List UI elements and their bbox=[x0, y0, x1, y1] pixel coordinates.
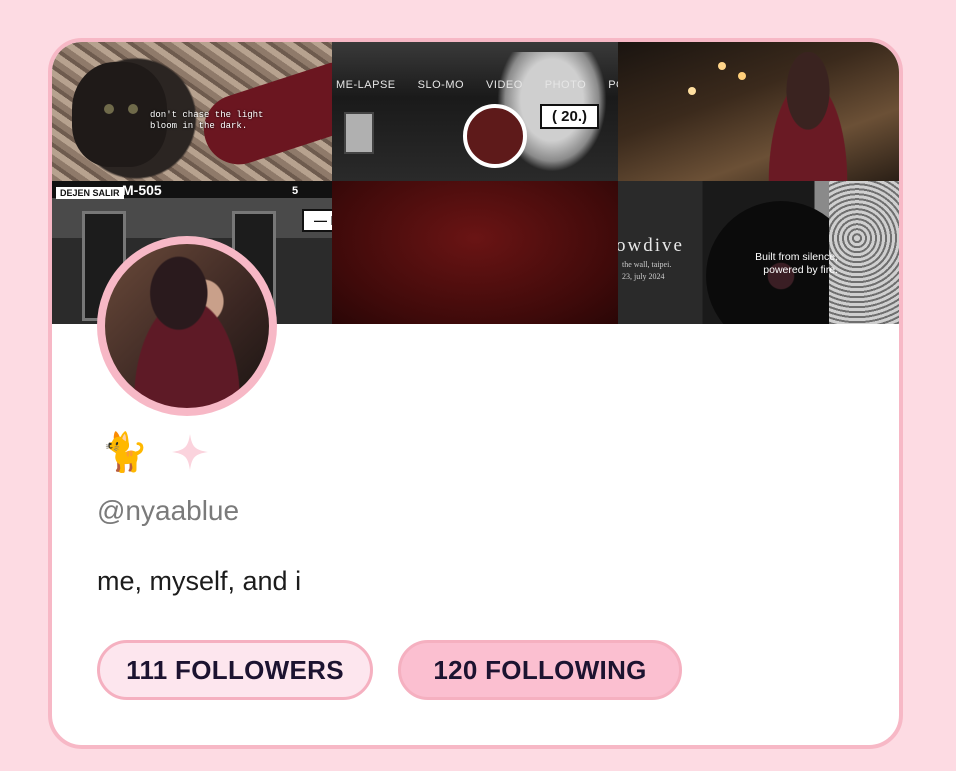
band-name: owdive bbox=[618, 235, 684, 256]
street-lights bbox=[718, 62, 726, 70]
band-subtitle-line1: the wall, taipei. bbox=[622, 260, 672, 269]
banner-tile-street bbox=[618, 42, 899, 181]
profile-bio: me, myself, and i bbox=[97, 566, 302, 596]
station-sign: DEJEN SALIR bbox=[56, 187, 124, 199]
vinyl-quote: Built from silence, powered by fire. bbox=[726, 251, 838, 277]
sparkle-icon bbox=[172, 434, 209, 470]
vinyl-quote-line2: powered by fire. bbox=[763, 264, 838, 276]
banner-tile-camera: ME-LAPSE SLO-MO VIDEO PHOTO PO ( 20.) bbox=[332, 42, 618, 181]
cat-caption-line2: bloom in the dark. bbox=[150, 121, 248, 131]
display-name: 🐈 bbox=[101, 432, 210, 472]
train-door-number: 5 bbox=[292, 185, 299, 197]
vinyl-quote-line1: Built from silence, bbox=[755, 251, 838, 263]
train-number: M-505 bbox=[122, 182, 162, 198]
cat-eye bbox=[128, 104, 138, 114]
followers-button[interactable]: 111 FOLLOWERS bbox=[97, 640, 373, 700]
cat-emoji-icon: 🐈 bbox=[101, 430, 149, 474]
banner-tile-vinyl: owdive the wall, taipei. 23, july 2024 B… bbox=[618, 181, 899, 324]
album-art-image bbox=[829, 181, 899, 324]
camera-mode-video: VIDEO bbox=[486, 79, 523, 91]
username-handle: @nyaablue bbox=[97, 495, 240, 526]
band-subtitle-line2: 23, july 2024 bbox=[622, 272, 665, 281]
person-image bbox=[758, 52, 858, 181]
band-subtitle: the wall, taipei. 23, july 2024 bbox=[622, 259, 671, 283]
camera-modes: ME-LAPSE SLO-MO VIDEO PHOTO PO bbox=[332, 79, 618, 91]
camera-mode-timelapse: ME-LAPSE bbox=[336, 79, 396, 91]
camera-label: ( 20.) bbox=[540, 104, 600, 129]
avatar[interactable] bbox=[97, 236, 277, 416]
shutter-button-icon bbox=[463, 104, 527, 168]
camera-mode-photo: PHOTO bbox=[544, 79, 587, 91]
profile-card: don't chase the light bloom in the dark.… bbox=[48, 38, 903, 749]
banner-tile-red-texture bbox=[332, 181, 618, 324]
banner-tile-cat-guitar: don't chase the light bloom in the dark. bbox=[52, 42, 332, 181]
cat-caption-line1: don't chase the light bbox=[150, 110, 264, 120]
camera-thumbnail bbox=[344, 112, 374, 154]
camera-mode-slomo: SLO-MO bbox=[417, 79, 465, 91]
camera-mode-portrait: PO bbox=[608, 79, 618, 91]
cat-caption: don't chase the light bloom in the dark. bbox=[150, 110, 263, 132]
cat-eye bbox=[104, 104, 114, 114]
r-label: — R bbox=[302, 209, 332, 232]
following-button[interactable]: 120 FOLLOWING bbox=[398, 640, 682, 700]
